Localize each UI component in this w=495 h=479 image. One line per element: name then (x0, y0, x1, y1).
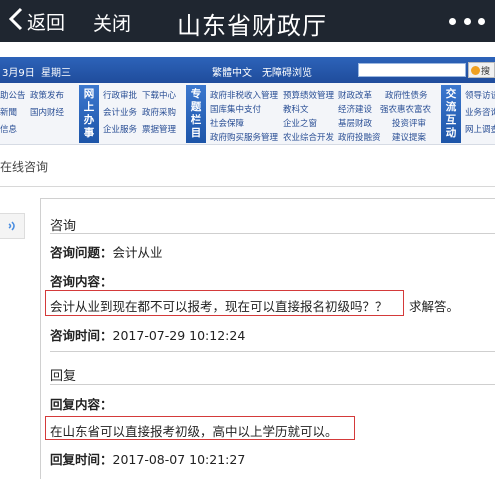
nav-link[interactable]: 财政改革 (338, 89, 372, 101)
nav-link[interactable]: 政府非税收入管理 (210, 89, 278, 101)
nav-category-topics[interactable]: 专题栏目 (186, 85, 206, 143)
nav-link[interactable]: 国库集中支付 (210, 103, 261, 115)
nav-link[interactable]: 建议提案 (392, 131, 426, 143)
consult-time-label: 咨询时间： (50, 328, 113, 343)
reply-content-label: 回复内容： (50, 397, 113, 412)
section-title: 在线咨询 (0, 160, 49, 174)
search-button-label: 搜 (481, 66, 491, 77)
back-label: 返回 (27, 11, 66, 34)
nav-link[interactable]: 信息 (0, 123, 17, 135)
consult-content-value: 会计从业到现在都不可以报考，现在可以直接报名初级吗？？ (50, 299, 388, 314)
traditional-chinese-link[interactable]: 繁體中文 (212, 64, 252, 79)
nav-link[interactable]: 行政审批 (103, 89, 137, 101)
consult-content-label: 咨询内容： (50, 274, 113, 289)
nav-link[interactable]: 会计业务 (103, 106, 137, 118)
divider (50, 233, 495, 234)
nav-link[interactable]: 网上调查 (465, 123, 495, 135)
question-value: 会计从业 (112, 245, 163, 260)
nav-link[interactable]: 助公告 (0, 89, 26, 101)
info-bar: 3月9日 星期三 繁體中文 无障碍浏览 搜 (0, 57, 495, 83)
back-button[interactable]: 返回 (8, 7, 65, 35)
divider (50, 384, 495, 385)
nav-link[interactable]: 下载中心 (142, 89, 176, 101)
search-icon (471, 65, 480, 75)
divider (50, 351, 495, 352)
nav-link[interactable]: 政策发布 (30, 89, 64, 101)
speaker-icon[interactable] (0, 213, 25, 239)
consult-time-row: 咨询时间：2017-07-29 10:12:24 (50, 325, 245, 344)
weekday-text: 星期三 (41, 68, 71, 79)
nav-link[interactable]: 政府购买服务管理 (210, 131, 278, 143)
nav-link[interactable]: 强农惠农富农 (380, 103, 431, 115)
accessibility-link[interactable]: 无障碍浏览 (262, 64, 312, 79)
search-input[interactable] (358, 63, 466, 77)
more-menu-icon[interactable] (449, 8, 485, 34)
consult-heading: 咨询 (50, 219, 77, 234)
reply-content-value: 在山东省可以直接报考初级，高中以上学历就可以。 (50, 424, 338, 439)
consult-time-value: 2017-07-29 10:12:24 (112, 328, 246, 343)
nav-link[interactable]: 预算绩效管理 (283, 89, 334, 101)
reply-heading: 回复 (50, 369, 77, 384)
nav-link[interactable]: 教科文 (283, 103, 309, 115)
search-button[interactable]: 搜 (468, 62, 495, 78)
nav-link[interactable]: 领导访谈 (465, 89, 495, 101)
nav-link[interactable]: 基层财政 (338, 117, 372, 129)
reply-time-label: 回复时间： (50, 452, 113, 467)
nav-category-online-service[interactable]: 网上办事 (79, 85, 99, 143)
consult-content-suffix: 求解答。 (409, 299, 460, 314)
nav-link[interactable]: 政府性债务 (385, 89, 428, 101)
divider (0, 186, 495, 187)
reply-time-row: 回复时间：2017-08-07 10:21:27 (50, 449, 245, 468)
nav-link[interactable]: 政府投融资 (338, 131, 381, 143)
page-title: 山东省财政厅 (177, 12, 327, 40)
nav-link[interactable]: 新聞 (0, 106, 17, 118)
nav-link[interactable]: 企业服务 (103, 123, 137, 135)
close-button[interactable]: 关闭 (93, 9, 131, 36)
nav-link[interactable]: 国内财经 (30, 106, 64, 118)
chevron-left-icon (8, 7, 24, 35)
question-label: 咨询问题： (50, 245, 113, 260)
nav-link[interactable]: 业务咨询 (465, 106, 495, 118)
nav-link[interactable]: 社会保障 (210, 117, 244, 129)
nav-link[interactable]: 票据管理 (142, 123, 176, 135)
nav-link[interactable]: 经济建设 (338, 103, 372, 115)
reply-time-value: 2017-08-07 10:21:27 (112, 452, 246, 467)
nav-link[interactable]: 企业之窗 (283, 117, 317, 129)
date-text: 3月9日 (2, 68, 35, 79)
nav-link[interactable]: 政府采购 (142, 106, 176, 118)
nav-link[interactable]: 投资评审 (392, 117, 426, 129)
question-row: 咨询问题：会计从业 (50, 242, 163, 261)
nav-link[interactable]: 农业综合开发 (283, 131, 334, 143)
nav-category-interaction[interactable]: 交流互动 (441, 85, 461, 143)
nav-menu: 助公告 政策发布 新聞 国内财经 信息 网上办事 行政审批 下载中心 会计业务 … (0, 83, 495, 145)
top-bar: 返回 关闭 山东省财政厅 (0, 0, 495, 42)
